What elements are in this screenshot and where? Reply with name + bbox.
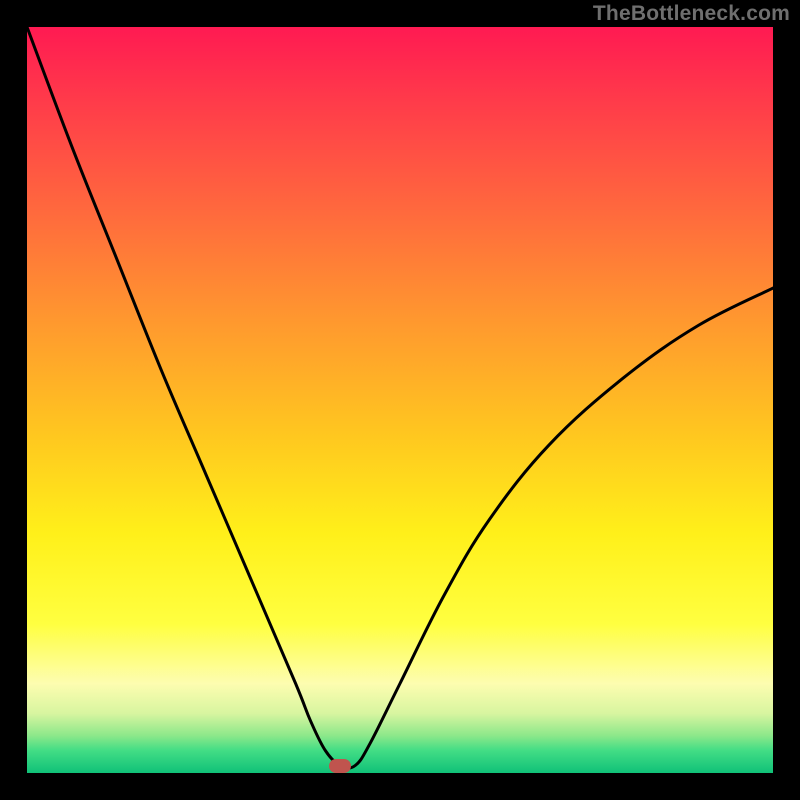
watermark-text: TheBottleneck.com [593,2,790,26]
chart-frame: TheBottleneck.com [0,0,800,800]
plot-area [27,27,773,773]
bottleneck-curve [27,27,773,768]
optimal-marker-icon [329,759,351,773]
curve-svg [27,27,773,773]
